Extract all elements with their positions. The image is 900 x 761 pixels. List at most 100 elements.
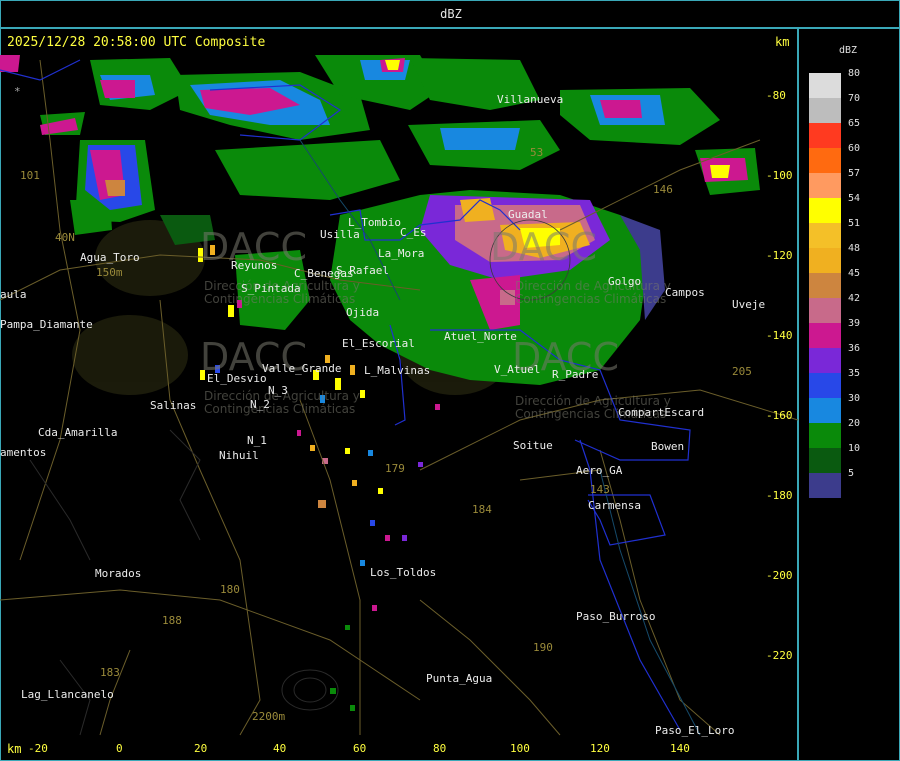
watermark-subtitle: Dirección de Agricultura y Contingencias…	[515, 279, 671, 306]
window-title: dBZ	[440, 7, 462, 21]
place-label: Lag_Llancanelo	[21, 688, 114, 701]
place-label: N_3	[268, 384, 288, 397]
x-tick: -20	[28, 742, 48, 755]
y-tick: -220	[766, 649, 793, 662]
legend-swatch	[809, 223, 841, 248]
route-label: 146	[653, 183, 673, 196]
place-label: Paso_El_Loro	[655, 724, 735, 737]
legend-label: 42	[848, 293, 861, 304]
legend-label: 39	[848, 318, 861, 329]
place-label: Soitue	[513, 439, 553, 452]
legend-swatch	[809, 298, 841, 323]
place-label: C_Es	[400, 226, 427, 239]
legend-label: 36	[848, 343, 861, 354]
route-label: 2200m	[252, 710, 286, 723]
route-label: 188	[162, 614, 182, 627]
route-label: 40N	[55, 231, 75, 244]
x-tick: 80	[433, 742, 447, 755]
place-label: Carmensa	[588, 499, 641, 512]
place-label: S_Rafael	[336, 264, 389, 277]
legend-swatch	[809, 423, 841, 448]
legend-label: 80	[848, 68, 861, 79]
legend-label: 10	[848, 443, 861, 454]
place-label: Atuel_Norte	[444, 330, 517, 343]
place-label: Reyunos	[231, 259, 278, 272]
place-label: amentos	[0, 446, 47, 459]
route-label: 184	[472, 503, 492, 516]
legend-swatch	[809, 98, 841, 123]
place-label: Morados	[95, 567, 142, 580]
legend-label: 48	[848, 243, 861, 254]
place-label: Paso_Burroso	[576, 610, 656, 623]
place-label: Aero_GA	[576, 464, 623, 477]
place-label: Campos	[665, 286, 705, 299]
route-label: 150m	[96, 266, 123, 279]
route-label: 190	[533, 641, 553, 654]
place-label: Valle_Grande	[262, 362, 342, 375]
place-label: Bowen	[651, 440, 685, 453]
legend-swatch	[809, 198, 841, 223]
asterisk-icon: *	[14, 85, 21, 98]
place-label: Cda_Amarilla	[38, 426, 118, 439]
place-label: N_1	[247, 434, 267, 447]
place-label: R_Padre	[552, 368, 599, 381]
legend-label: 35	[848, 368, 861, 379]
route-label: 179	[385, 462, 405, 475]
legend-swatch	[809, 73, 841, 98]
y-tick: -180	[766, 489, 793, 502]
route-label: 143	[590, 483, 610, 496]
axis-unit-bottom: km	[7, 742, 22, 756]
legend-label: 51	[848, 218, 861, 229]
place-label: L_Tombio	[348, 216, 401, 229]
place-label: Salinas	[150, 399, 197, 412]
place-label: La_Mora	[378, 247, 425, 260]
x-tick: 20	[194, 742, 208, 755]
title-bar: dBZ	[0, 0, 900, 28]
legend-label: 65	[848, 118, 861, 129]
legend-label: 5	[848, 468, 855, 479]
y-tick: -100	[766, 169, 793, 182]
legend-label: 57	[848, 168, 861, 179]
place-label: Usilla	[320, 228, 360, 241]
place-label: Ojida	[346, 306, 380, 319]
place-label: S_Pintada	[241, 282, 301, 295]
axis-unit-top: km	[775, 35, 790, 49]
legend-swatch	[809, 398, 841, 423]
route-label: 205	[732, 365, 752, 378]
x-tick: 60	[353, 742, 367, 755]
legend-swatch	[809, 373, 841, 398]
timestamp-label: 2025/12/28 20:58:00 UTC Composite	[7, 35, 266, 50]
place-label: El_Escorial	[342, 337, 415, 350]
legend-label: 30	[848, 393, 861, 404]
place-label: Villanueva	[497, 93, 564, 106]
route-label: 180	[220, 583, 240, 596]
legend-swatch	[809, 173, 841, 198]
legend-swatch	[809, 273, 841, 298]
x-tick: 140	[670, 742, 690, 755]
x-tick: 0	[116, 742, 123, 755]
place-label: N_2	[250, 398, 270, 411]
watermark-brand: DACC	[490, 225, 597, 269]
y-tick: -80	[766, 89, 786, 102]
legend-title: dBZ	[839, 45, 858, 56]
legend-label: 70	[848, 93, 861, 104]
y-tick: -200	[766, 569, 793, 582]
place-label: V_Atuel	[494, 363, 541, 376]
legend-swatch	[809, 323, 841, 348]
place-label: Agua_Toro	[80, 251, 140, 264]
route-label: 101	[20, 169, 40, 182]
legend-label: 60	[848, 143, 861, 154]
place-label: Los_Toldos	[370, 566, 437, 579]
place-label: Guadal	[508, 208, 548, 221]
place-label: CompartEscard	[618, 406, 705, 419]
place-label: Pampa_Diamante	[0, 318, 93, 331]
legend-swatch	[809, 123, 841, 148]
legend-swatch	[809, 248, 841, 273]
legend-label: 45	[848, 268, 861, 279]
legend-swatch	[809, 448, 841, 473]
place-label: El_Desvio	[207, 372, 267, 385]
y-tick: -140	[766, 329, 793, 342]
place-label: Nihuil	[219, 449, 259, 462]
place-label: aula	[0, 288, 27, 301]
legend-swatch	[809, 348, 841, 373]
